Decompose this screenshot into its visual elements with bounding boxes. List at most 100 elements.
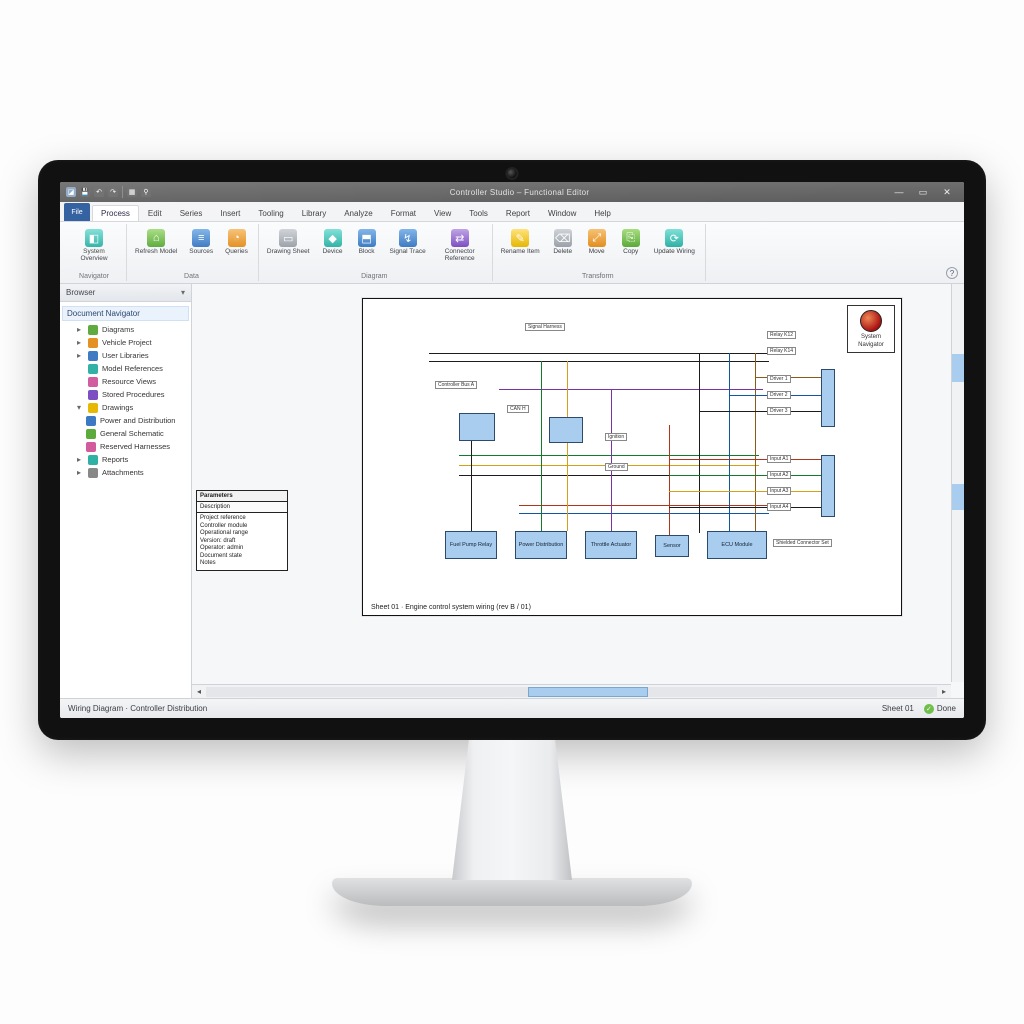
ribbon-tab-library[interactable]: Library bbox=[293, 205, 335, 221]
file-tab[interactable]: File bbox=[64, 203, 90, 221]
chevron-down-icon[interactable]: ▾ bbox=[181, 288, 185, 297]
drawing-sheet[interactable]: Fuel Pump Relay Power Distribution Throttl… bbox=[362, 298, 902, 616]
schematic-label[interactable]: Input A2 bbox=[767, 471, 791, 479]
schematic-block[interactable]: Fuel Pump Relay bbox=[445, 531, 497, 559]
ribbon-tab-edit[interactable]: Edit bbox=[139, 205, 171, 221]
schematic-label[interactable]: Shielded Connector Set bbox=[773, 539, 832, 547]
wire[interactable] bbox=[669, 475, 821, 476]
ribbon-btn-device[interactable]: ◆Device bbox=[318, 226, 348, 259]
ribbon-tab-analyze[interactable]: Analyze bbox=[335, 205, 381, 221]
ribbon-tab-window[interactable]: Window bbox=[539, 205, 585, 221]
tree-item-user-libraries[interactable]: ▸User Libraries bbox=[62, 349, 189, 362]
tree-item-general-schematic[interactable]: General Schematic bbox=[62, 427, 189, 440]
ribbon-tab-series[interactable]: Series bbox=[171, 205, 212, 221]
tree-item-drawings[interactable]: ▾Drawings bbox=[62, 401, 189, 414]
schematic-label[interactable]: Relay K12 bbox=[767, 331, 796, 339]
canvas[interactable]: Parameters Description Project reference… bbox=[192, 284, 964, 698]
schematic-label[interactable]: CAN H bbox=[507, 405, 529, 413]
schematic-label[interactable]: Ground bbox=[605, 463, 628, 471]
qat-grid-icon[interactable]: ▦ bbox=[127, 187, 137, 197]
tree-item-model-references[interactable]: Model References bbox=[62, 362, 189, 375]
tree-item-reports[interactable]: ▸Reports bbox=[62, 453, 189, 466]
tree-twist-icon[interactable]: ▸ bbox=[74, 351, 84, 360]
tree-twist-icon[interactable]: ▸ bbox=[74, 325, 84, 334]
vertical-tab-2[interactable] bbox=[952, 484, 964, 510]
ribbon-tab-view[interactable]: View bbox=[425, 205, 460, 221]
schematic-block[interactable]: Power Distribution bbox=[515, 531, 567, 559]
vertical-tab-1[interactable] bbox=[952, 354, 964, 382]
ribbon-tab-tooling[interactable]: Tooling bbox=[249, 205, 292, 221]
tree-item-attachments[interactable]: ▸Attachments bbox=[62, 466, 189, 479]
ribbon-tab-process[interactable]: Process bbox=[92, 205, 139, 221]
wire[interactable] bbox=[611, 389, 612, 531]
schematic-block[interactable] bbox=[821, 455, 835, 517]
ribbon-btn-block[interactable]: ⬒Block bbox=[352, 226, 382, 259]
wire[interactable] bbox=[471, 441, 472, 531]
ribbon-btn-sources[interactable]: ≡Sources bbox=[185, 226, 217, 259]
ribbon-tab-insert[interactable]: Insert bbox=[211, 205, 249, 221]
qat-redo-icon[interactable]: ↷ bbox=[108, 187, 118, 197]
wire[interactable] bbox=[729, 353, 730, 533]
scroll-track[interactable] bbox=[206, 687, 937, 697]
ribbon-btn-refresh-model[interactable]: ⌂Refresh Model bbox=[131, 226, 181, 259]
help-button[interactable]: ? bbox=[946, 267, 958, 279]
schematic-label[interactable]: Relay K14 bbox=[767, 347, 796, 355]
tree-item-power-and-distribution[interactable]: Power and Distribution bbox=[62, 414, 189, 427]
maximize-button[interactable]: ▭ bbox=[912, 185, 934, 199]
schematic-label[interactable]: Driver 2 bbox=[767, 391, 791, 399]
ribbon-btn-drawing-sheet[interactable]: ▭Drawing Sheet bbox=[263, 226, 314, 259]
ribbon-tab-tools[interactable]: Tools bbox=[460, 205, 497, 221]
ribbon-tab-format[interactable]: Format bbox=[382, 205, 425, 221]
schematic-label[interactable]: Input A3 bbox=[767, 487, 791, 495]
schematic-label[interactable]: Input A4 bbox=[767, 503, 791, 511]
schematic-block[interactable] bbox=[549, 417, 583, 443]
schematic-block[interactable] bbox=[459, 413, 495, 441]
schematic-label[interactable]: Input A1 bbox=[767, 455, 791, 463]
tree-item-stored-procedures[interactable]: Stored Procedures bbox=[62, 388, 189, 401]
ribbon-btn-copy[interactable]: ⎘Copy bbox=[616, 226, 646, 259]
wire[interactable] bbox=[519, 513, 769, 514]
tree-twist-icon[interactable]: ▸ bbox=[74, 455, 84, 464]
qat-save-icon[interactable]: 💾 bbox=[80, 187, 90, 197]
wire[interactable] bbox=[755, 353, 756, 531]
wire[interactable] bbox=[541, 361, 542, 531]
scroll-right-icon[interactable]: ▸ bbox=[937, 685, 951, 699]
minimize-button[interactable]: — bbox=[888, 185, 910, 199]
wire[interactable] bbox=[669, 425, 670, 535]
ribbon-tab-report[interactable]: Report bbox=[497, 205, 539, 221]
schematic-block[interactable] bbox=[821, 369, 835, 427]
qat-undo-icon[interactable]: ↶ bbox=[94, 187, 104, 197]
tree-twist-icon[interactable]: ▸ bbox=[74, 468, 84, 477]
wire[interactable] bbox=[567, 361, 568, 531]
tree-item-diagrams[interactable]: ▸Diagrams bbox=[62, 323, 189, 336]
tree-item-resource-views[interactable]: Resource Views bbox=[62, 375, 189, 388]
close-button[interactable]: ✕ bbox=[936, 185, 958, 199]
qat-zoom-icon[interactable]: ⚲ bbox=[141, 187, 151, 197]
tree-twist-icon[interactable]: ▸ bbox=[74, 338, 84, 347]
tree-twist-icon[interactable]: ▾ bbox=[74, 403, 84, 412]
ribbon-btn-signal-trace[interactable]: ↯Signal Trace bbox=[386, 226, 430, 259]
ribbon-btn-queries[interactable]: ◔Queries bbox=[221, 226, 252, 259]
schematic-block[interactable]: Throttle Actuator bbox=[585, 531, 637, 559]
ribbon-btn-move[interactable]: ⤢Move bbox=[582, 226, 612, 259]
ribbon-btn-rename-item[interactable]: ✎Rename Item bbox=[497, 226, 544, 259]
wire[interactable] bbox=[499, 389, 763, 390]
wire[interactable] bbox=[669, 491, 821, 492]
tree-item-reserved-harnesses[interactable]: Reserved Harnesses bbox=[62, 440, 189, 453]
ribbon-btn-update-wiring[interactable]: ⟳Update Wiring bbox=[650, 226, 699, 259]
wire[interactable] bbox=[699, 353, 700, 533]
schematic-label[interactable]: Controller Bus A bbox=[435, 381, 477, 389]
wire[interactable] bbox=[429, 353, 769, 354]
schematic-label[interactable]: Signal Harness bbox=[525, 323, 565, 331]
wire[interactable] bbox=[699, 411, 821, 412]
schematic-label[interactable]: Driver 3 bbox=[767, 407, 791, 415]
schematic-block[interactable]: ECU Module bbox=[707, 531, 767, 559]
ribbon-btn-connector-reference[interactable]: ⇄Connector Reference bbox=[434, 226, 486, 266]
tree-item-vehicle-project[interactable]: ▸Vehicle Project bbox=[62, 336, 189, 349]
ribbon-btn-system-overview[interactable]: ◧System Overview bbox=[68, 226, 120, 266]
scroll-thumb[interactable] bbox=[528, 687, 648, 697]
wire[interactable] bbox=[669, 459, 821, 460]
ribbon-btn-delete[interactable]: ⌫Delete bbox=[548, 226, 578, 259]
horizontal-scrollbar[interactable]: ◂ ▸ bbox=[192, 684, 951, 698]
wire[interactable] bbox=[459, 455, 759, 456]
